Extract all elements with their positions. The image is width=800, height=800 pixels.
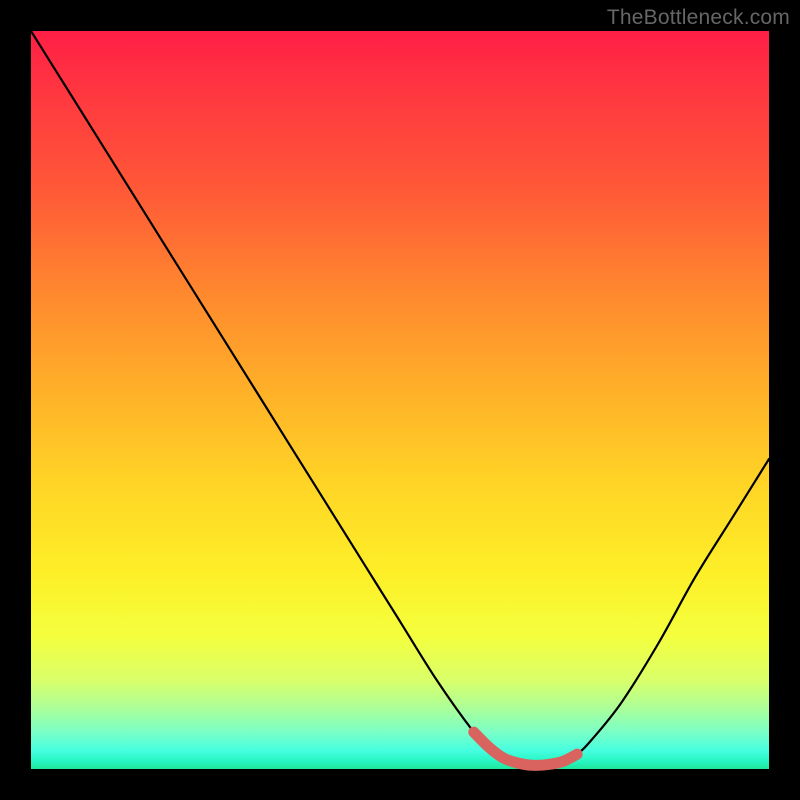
bottleneck-curve-svg — [31, 31, 769, 769]
optimal-range-highlight — [474, 732, 577, 765]
watermark-text: TheBottleneck.com — [607, 6, 790, 30]
chart-frame: TheBottleneck.com — [0, 0, 800, 800]
plot-area — [31, 31, 769, 769]
bottleneck-curve — [31, 31, 769, 765]
